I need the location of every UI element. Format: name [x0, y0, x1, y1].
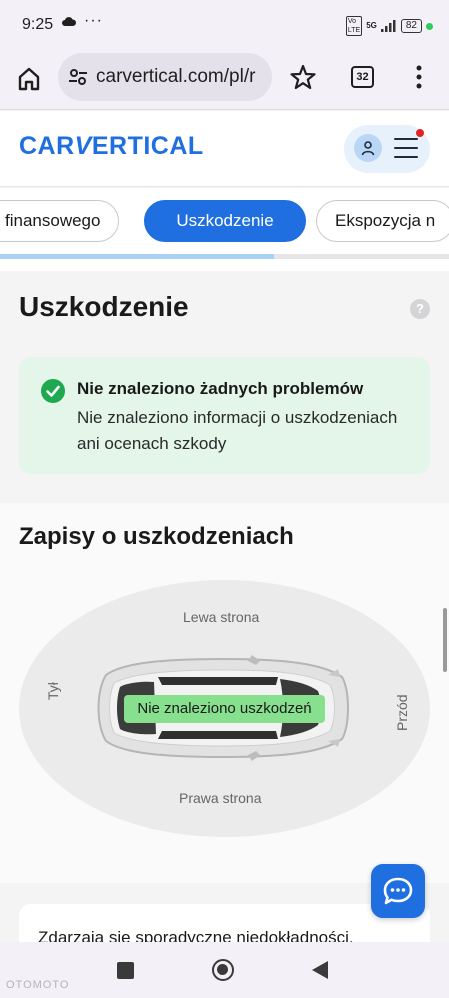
section-chips: finansowego Uszkodzenie Ekspozycja n	[0, 188, 449, 254]
browser-toolbar: carvertical.com/pl/r 32	[0, 50, 449, 110]
chip-finansowego[interactable]: finansowego	[0, 200, 120, 242]
chip-ekspozycja[interactable]: Ekspozycja n	[316, 200, 449, 242]
user-icon	[361, 141, 375, 156]
hamburger-menu-icon[interactable]	[394, 138, 418, 158]
chat-bubble-icon	[383, 877, 413, 905]
more-vertical-icon[interactable]	[409, 64, 429, 90]
front-label: Przód	[394, 694, 410, 731]
site-settings-icon[interactable]	[68, 67, 88, 87]
user-account-button[interactable]	[354, 134, 382, 162]
right-side-label: Prawa strona	[179, 790, 262, 806]
page-title: Uszkodzenie	[19, 291, 189, 322]
damage-section: Uszkodzenie ? Nie znaleziono żadnych pro…	[0, 271, 449, 503]
signal-icon	[380, 20, 396, 32]
home-button[interactable]	[212, 959, 234, 981]
chat-button[interactable]	[371, 864, 425, 918]
address-bar[interactable]: carvertical.com/pl/r	[58, 53, 272, 101]
battery-icon: 82	[400, 19, 422, 33]
logo-part1: CAR	[19, 132, 75, 160]
tab-switcher-button[interactable]: 32	[351, 66, 374, 88]
site-header: CARVERTICAL	[0, 111, 449, 187]
volte-icon: Vo LTE	[345, 16, 363, 36]
left-side-label: Lewa strona	[183, 609, 260, 625]
chip-uszkodzenie[interactable]: Uszkodzenie	[144, 200, 306, 242]
page-scrollbar[interactable]	[443, 608, 447, 672]
back-label: Tył	[45, 682, 61, 700]
alert-title: Nie znaleziono żadnych problemów	[77, 379, 364, 398]
back-button[interactable]	[312, 961, 328, 979]
status-bar: 9:25 ··· Vo LTE 5G 82	[0, 0, 449, 50]
carvertical-logo[interactable]: CARVERTICAL	[19, 132, 204, 161]
recents-button[interactable]	[117, 962, 134, 979]
url-text: carvertical.com/pl/r	[96, 66, 256, 87]
network-type: 5G	[366, 21, 377, 30]
otomoto-watermark: OTOMOTO	[6, 979, 70, 991]
no-damage-badge: Nie znaleziono uszkodzeń	[124, 695, 325, 723]
status-more-icon: ···	[84, 12, 103, 29]
records-title: Zapisy o uszkodzeniach	[19, 523, 294, 550]
status-indicators: Vo LTE 5G 82	[345, 16, 433, 36]
damage-records-section: Zapisy o uszkodzeniach Lewa strona Prawa…	[0, 503, 449, 883]
status-time: 9:25	[22, 16, 54, 33]
notification-dot	[416, 129, 424, 137]
privacy-dot	[426, 22, 433, 30]
alert-text: Nie znaleziono informacji o uszkodzeniac…	[77, 408, 398, 453]
check-circle-icon	[41, 379, 65, 403]
cloud-icon	[62, 17, 76, 26]
help-icon[interactable]: ?	[410, 299, 430, 319]
header-actions	[344, 125, 430, 173]
logo-part2: ERTICAL	[91, 132, 204, 160]
home-icon[interactable]	[14, 64, 44, 94]
bookmark-star-icon[interactable]	[288, 62, 318, 92]
logo-v: V	[74, 132, 92, 160]
no-problems-alert: Nie znaleziono żadnych problemów Nie zna…	[19, 357, 430, 474]
